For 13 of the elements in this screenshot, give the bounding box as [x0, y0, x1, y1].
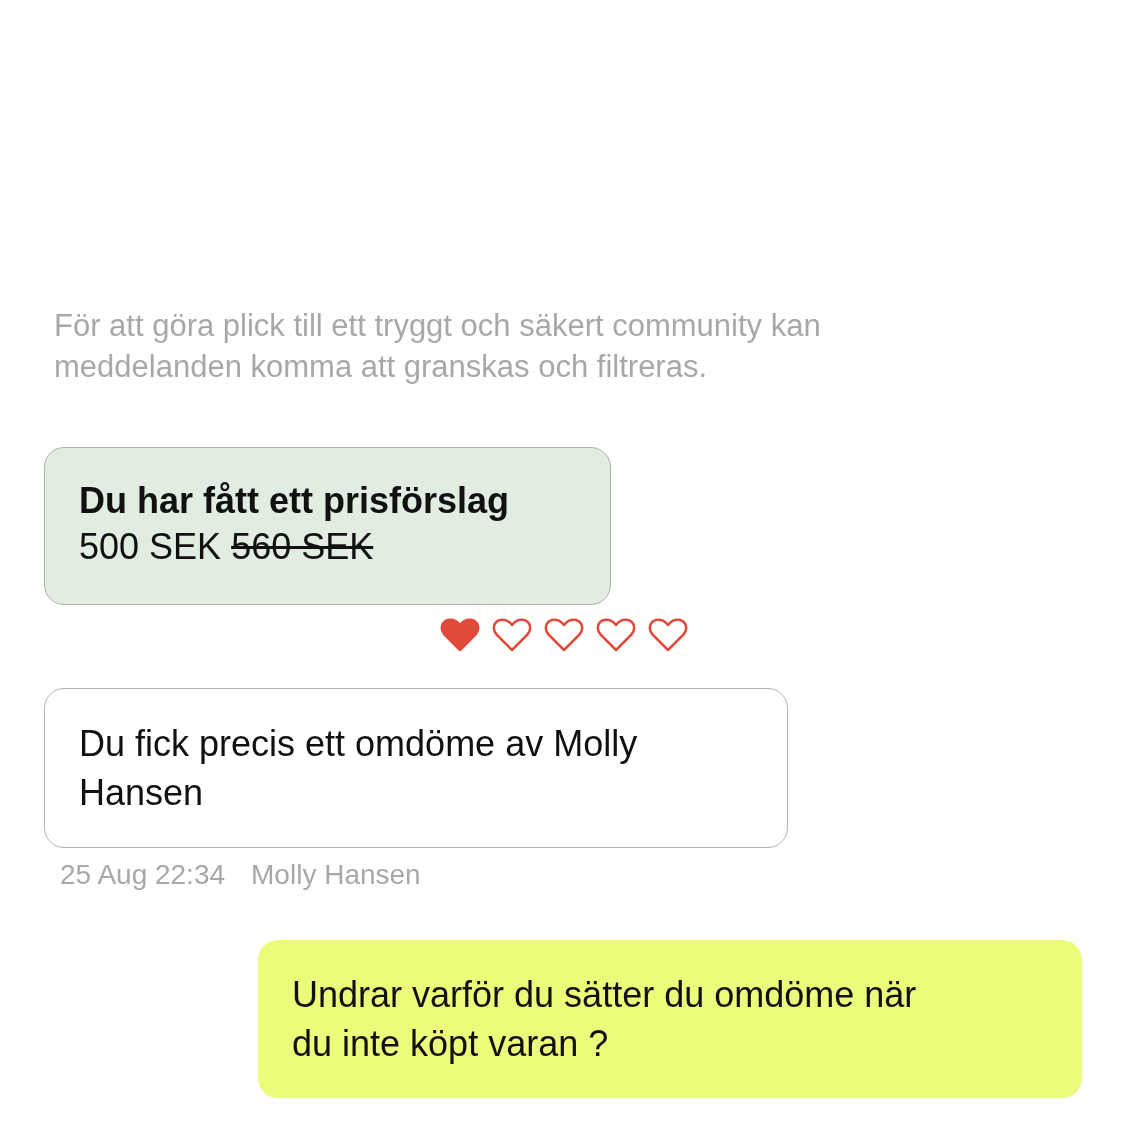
heart-icon	[596, 617, 636, 653]
message-bubble: Undrar varför du sätter du omdöme när du inte köpt varan ?	[258, 940, 1082, 1098]
filled-heart-icon	[440, 617, 480, 653]
heart-icon	[544, 617, 584, 653]
heart-icon	[648, 617, 688, 653]
heart-icon	[492, 617, 532, 653]
old-price: 560 SEK	[231, 526, 374, 567]
offer-title: Du har fått ett prisförslag	[79, 479, 511, 523]
message-bubble: Du fick precis ett omdöme av Molly Hansen	[44, 688, 788, 848]
sender-name: Molly Hansen	[251, 858, 421, 892]
message-time: 25 Aug 22:34	[60, 858, 226, 892]
moderation-notice: För att göra plick till ett tryggt och säkert community kan meddelanden komma att granskas och filtreras.	[54, 307, 822, 386]
offer-price: 500 SEK	[79, 526, 222, 567]
